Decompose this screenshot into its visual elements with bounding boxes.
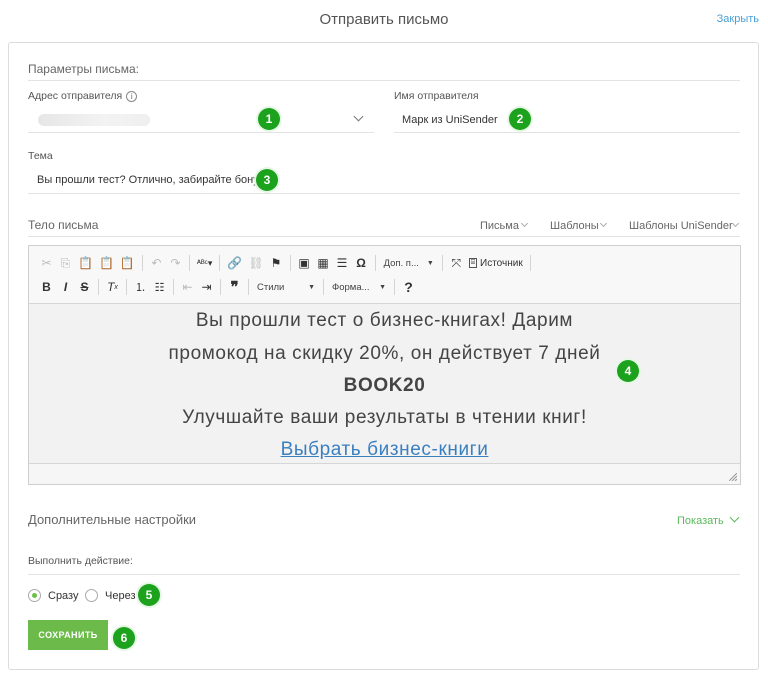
editor-statusbar: [29, 463, 740, 484]
show-advanced-toggle[interactable]: Показать: [677, 515, 724, 527]
sender-address-label: Адрес отправителя i: [28, 90, 138, 102]
blockquote-icon[interactable]: ❞: [225, 277, 244, 297]
email-body-content[interactable]: Вы прошли тест о бизнес-книгах! Дарим пр…: [29, 304, 740, 464]
dialog-title: Отправить письмо: [319, 11, 449, 28]
separator: [220, 279, 221, 295]
copy-icon[interactable]: ⎘: [56, 253, 75, 273]
special-char-icon[interactable]: Ω: [352, 253, 371, 273]
redo-icon[interactable]: ↷: [166, 253, 185, 273]
separator: [529, 255, 531, 271]
separator: [394, 279, 395, 295]
separator: [323, 279, 324, 295]
radio-delayed-label[interactable]: Через: [105, 590, 136, 602]
advanced-settings-label: Дополнительные настройки: [28, 512, 197, 527]
separator: [126, 279, 127, 295]
remove-format-icon[interactable]: Tx: [103, 277, 122, 297]
separator: [141, 255, 143, 271]
separator: [374, 255, 376, 271]
separator: [188, 255, 190, 271]
letters-menu[interactable]: Письма: [480, 220, 519, 232]
body-line-4: Улучшайте ваши результаты в чтении книг!: [182, 407, 587, 428]
divider: [28, 574, 740, 575]
divider: [28, 132, 374, 133]
separator: [173, 279, 174, 295]
separator: [441, 255, 443, 271]
toolbar-row-1: ✂ ⎘ 📋 📋 📋 ↶ ↷ ᴬᴮᶜ▾ 🔗 ⛓ ⚑ ▣ ▦ ☰ Ω Доп. п.…: [37, 252, 535, 274]
step-badge-4: 4: [617, 360, 639, 382]
indent-icon[interactable]: ⇥: [197, 277, 216, 297]
separator: [248, 279, 249, 295]
undo-icon[interactable]: ↶: [147, 253, 166, 273]
table-icon[interactable]: ▦: [314, 253, 333, 273]
info-icon[interactable]: i: [126, 91, 138, 102]
params-section-label: Параметры письма:: [28, 62, 140, 76]
divider: [28, 193, 740, 194]
sender-name-input[interactable]: Марк из UniSender: [402, 114, 498, 126]
step-badge-1: 1: [258, 108, 280, 130]
styles-dropdown[interactable]: Стили ▼: [253, 278, 319, 296]
radio-immediately[interactable]: [28, 589, 41, 602]
radio-delayed[interactable]: [85, 589, 98, 602]
templates-menu[interactable]: Шаблоны: [550, 220, 599, 232]
sender-address-select[interactable]: [28, 106, 374, 132]
step-badge-2: 2: [509, 108, 531, 130]
image-icon[interactable]: ▣: [295, 253, 314, 273]
maximize-icon[interactable]: ⤧: [447, 253, 466, 273]
strikethrough-icon[interactable]: S: [75, 277, 94, 297]
divider: [28, 80, 740, 81]
unlink-icon[interactable]: ⛓: [245, 253, 266, 273]
separator: [219, 255, 221, 271]
numbered-list-icon[interactable]: ⒈: [131, 277, 150, 297]
divider: [28, 236, 740, 237]
anchor-flag-icon[interactable]: ⚑: [267, 253, 286, 273]
step-badge-5: 5: [138, 584, 160, 606]
step-badge-3: 3: [256, 169, 278, 191]
resize-handle-icon[interactable]: [729, 473, 737, 481]
outdent-icon[interactable]: ⇤: [178, 277, 197, 297]
body-section-label: Тело письма: [28, 218, 99, 232]
paste-text-icon[interactable]: 📋: [96, 253, 117, 273]
chevron-down-icon: [353, 111, 364, 122]
toolbar-row-2: B I S Tx ⒈ ☷ ⇤ ⇥ ❞ Стили ▼ Форма... ▼ ?: [37, 276, 418, 298]
business-books-link[interactable]: Выбрать бизнес-книги: [281, 439, 489, 460]
bold-icon[interactable]: B: [37, 277, 56, 297]
more-dropdown[interactable]: Доп. п... ▼: [380, 254, 438, 272]
italic-icon[interactable]: I: [56, 277, 75, 297]
link-icon[interactable]: 🔗: [224, 253, 245, 273]
editor-toolbar: ✂ ⎘ 📋 📋 📋 ↶ ↷ ᴬᴮᶜ▾ 🔗 ⛓ ⚑ ▣ ▦ ☰ Ω Доп. п.…: [29, 246, 740, 304]
step-badge-6: 6: [113, 627, 135, 649]
spellcheck-icon[interactable]: ᴬᴮᶜ▾: [194, 253, 216, 273]
format-dropdown[interactable]: Форма... ▼: [328, 278, 390, 296]
radio-immediately-label[interactable]: Сразу: [48, 590, 78, 602]
unisender-templates-menu[interactable]: Шаблоны UniSender: [629, 220, 733, 232]
save-button[interactable]: СОХРАНИТЬ: [28, 620, 108, 650]
paste-icon[interactable]: 📋: [75, 253, 96, 273]
help-icon[interactable]: ?: [399, 277, 418, 297]
action-label: Выполнить действие:: [28, 555, 133, 567]
cut-icon[interactable]: ✂: [37, 253, 56, 273]
source-button[interactable]: ⌸ Источник: [466, 253, 526, 273]
source-icon: ⌸: [468, 258, 478, 268]
close-link[interactable]: Закрыть: [717, 13, 759, 25]
subject-label: Тема: [28, 150, 53, 162]
body-line-1: Вы прошли тест о бизнес-книгах! Дарим: [195, 310, 574, 331]
horizontal-rule-icon[interactable]: ☰: [333, 253, 352, 273]
sender-name-label: Имя отправителя: [394, 90, 479, 102]
sender-address-value-blurred: [38, 114, 150, 126]
divider: [394, 132, 740, 133]
paste-word-icon[interactable]: 📋: [117, 253, 138, 273]
dialog-header: Отправить письмо Закрыть: [0, 0, 768, 40]
separator: [98, 279, 99, 295]
bulleted-list-icon[interactable]: ☷: [150, 277, 169, 297]
separator: [289, 255, 291, 271]
subject-input[interactable]: Вы прошли тест? Отлично, забирайте бонус…: [37, 174, 267, 186]
